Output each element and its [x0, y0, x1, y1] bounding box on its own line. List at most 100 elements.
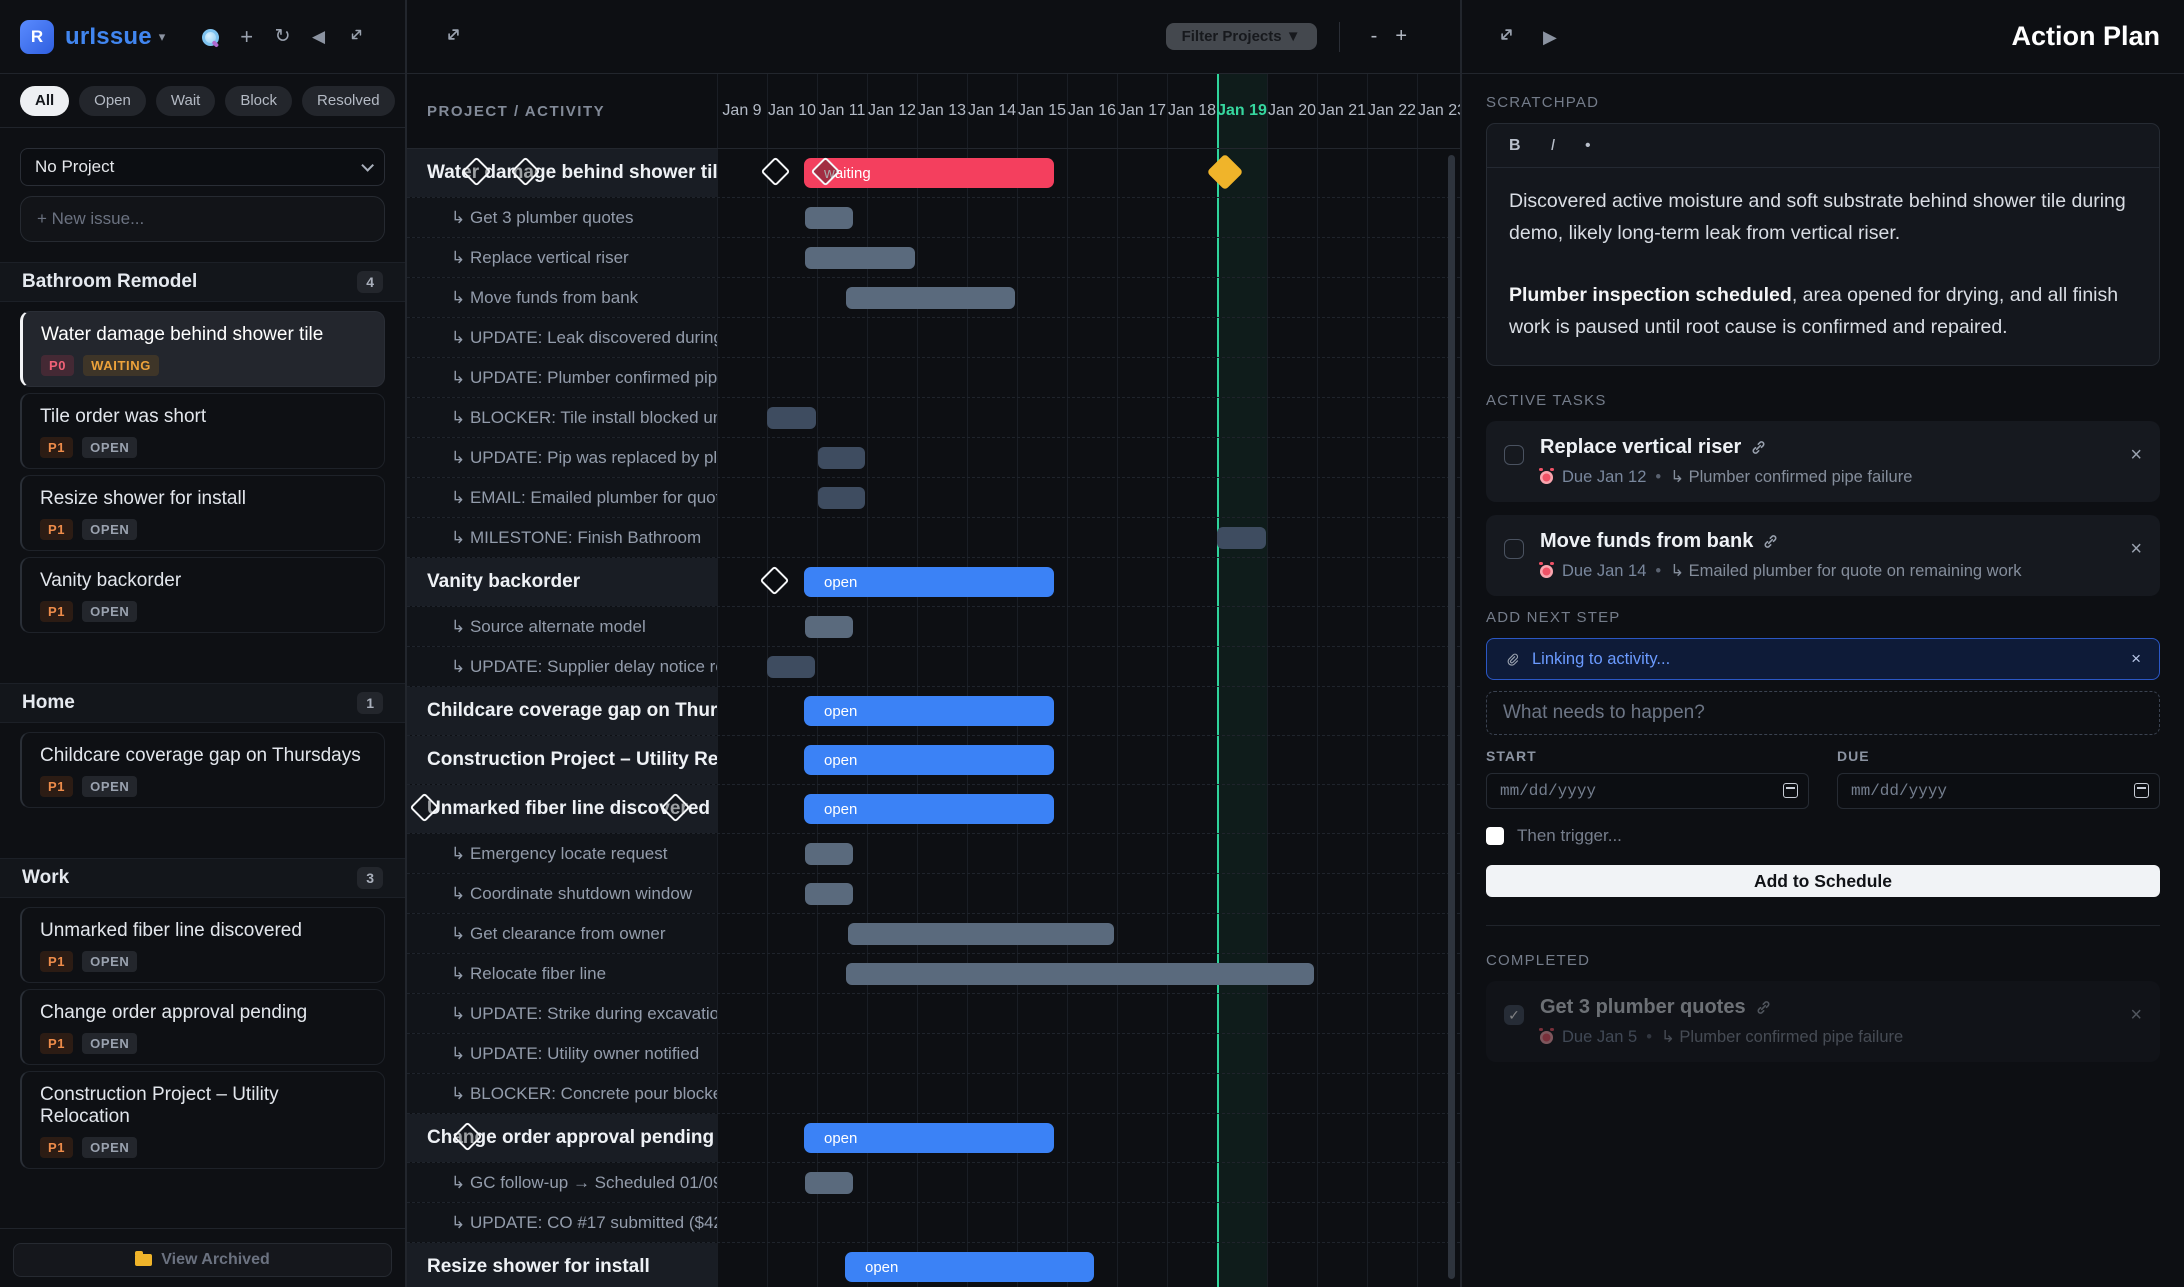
- gantt-row[interactable]: Childcare coverage gap on Thursdaysopen: [407, 687, 1460, 736]
- gantt-bar[interactable]: [818, 487, 865, 509]
- view-archived-button[interactable]: View Archived: [13, 1243, 392, 1277]
- gantt-row[interactable]: Change order approval pendingopen: [407, 1114, 1460, 1163]
- bold-button[interactable]: B: [1509, 137, 1521, 155]
- gantt-row[interactable]: ↳ MILESTONE: Finish Bathroom: [407, 518, 1460, 558]
- task-checkbox[interactable]: [1504, 539, 1524, 559]
- issue-card[interactable]: Vanity backorderP1OPEN: [20, 557, 385, 633]
- gantt-bar[interactable]: [767, 656, 815, 678]
- chevron-down-icon[interactable]: ▾: [159, 29, 166, 45]
- filter-pill-block[interactable]: Block: [225, 86, 292, 116]
- gantt-row[interactable]: ↳ EMAIL: Emailed plumber for quote o: [407, 478, 1460, 518]
- scratchpad-editor[interactable]: Discovered active moisture and soft subs…: [1487, 168, 2159, 365]
- gantt-row[interactable]: ↳ Source alternate model: [407, 607, 1460, 647]
- issue-card[interactable]: Water damage behind shower tileP0WAITING: [20, 311, 385, 387]
- gantt-bar[interactable]: [846, 287, 1015, 309]
- filter-pill-wait[interactable]: Wait: [156, 86, 215, 116]
- calendar-icon[interactable]: [1783, 783, 1798, 798]
- gantt-row[interactable]: ↳ Emergency locate request: [407, 834, 1460, 874]
- issue-card[interactable]: Unmarked fiber line discoveredP1OPEN: [20, 907, 385, 983]
- start-date-input[interactable]: [1486, 773, 1809, 809]
- issue-card[interactable]: Resize shower for installP1OPEN: [20, 475, 385, 551]
- gantt-row[interactable]: ↳ Replace vertical riser: [407, 238, 1460, 278]
- gantt-bar[interactable]: open: [804, 745, 1054, 775]
- project-select[interactable]: No Project: [20, 148, 385, 186]
- due-date-input[interactable]: [1837, 773, 2160, 809]
- task-checkbox-checked[interactable]: ✓: [1504, 1005, 1524, 1025]
- gantt-row[interactable]: ↳ UPDATE: Plumber confirmed pipe fa: [407, 358, 1460, 398]
- group-header-bathroom-remodel[interactable]: Bathroom Remodel4: [0, 262, 405, 302]
- calendar-icon[interactable]: [2134, 783, 2149, 798]
- issue-card[interactable]: Tile order was shortP1OPEN: [20, 393, 385, 469]
- gantt-bar[interactable]: [805, 843, 853, 865]
- gantt-row[interactable]: ↳ Relocate fiber line: [407, 954, 1460, 994]
- gantt-row[interactable]: ↳ Coordinate shutdown window: [407, 874, 1460, 914]
- gantt-row[interactable]: ↳ UPDATE: Utility owner notified: [407, 1034, 1460, 1074]
- gantt-row[interactable]: Construction Project – Utility Relocatio…: [407, 736, 1460, 785]
- gantt-row[interactable]: Resize shower for installopen: [407, 1243, 1460, 1287]
- gantt-bar[interactable]: [805, 247, 915, 269]
- gantt-bar[interactable]: [805, 883, 853, 905]
- gantt-bar[interactable]: open: [804, 1123, 1054, 1153]
- milestone-diamond[interactable]: [761, 157, 791, 187]
- gantt-row[interactable]: ↳ GC follow-up → Scheduled 01/09: [407, 1163, 1460, 1203]
- bullet-list-button[interactable]: •: [1585, 137, 1591, 155]
- gantt-row[interactable]: ↳ Get clearance from owner: [407, 914, 1460, 954]
- app-title[interactable]: urIssue: [65, 23, 152, 51]
- gantt-bar[interactable]: [767, 407, 816, 429]
- expand-icon[interactable]: [443, 24, 464, 49]
- gantt-row[interactable]: Water damage behind shower tilewaiting: [407, 149, 1460, 198]
- issue-card[interactable]: Change order approval pendingP1OPEN: [20, 989, 385, 1065]
- task-checkbox[interactable]: [1504, 445, 1524, 465]
- filter-pill-resolved[interactable]: Resolved: [302, 86, 395, 116]
- close-icon[interactable]: ×: [2131, 649, 2141, 669]
- vertical-scrollbar[interactable]: [1448, 155, 1455, 1279]
- group-header-home[interactable]: Home1: [0, 683, 405, 723]
- issue-card[interactable]: Construction Project – Utility Relocatio…: [20, 1071, 385, 1169]
- filter-pill-open[interactable]: Open: [79, 86, 146, 116]
- close-icon[interactable]: ×: [2130, 444, 2142, 467]
- gantt-bar[interactable]: [846, 963, 1314, 985]
- gantt-bar[interactable]: open: [804, 794, 1054, 824]
- trigger-checkbox[interactable]: [1486, 827, 1504, 845]
- filter-pill-all[interactable]: All: [20, 86, 69, 116]
- gantt-bar[interactable]: [805, 616, 853, 638]
- next-step-input[interactable]: [1486, 691, 2160, 735]
- play-icon[interactable]: ▶: [1543, 28, 1557, 46]
- gantt-row[interactable]: ↳ Move funds from bank: [407, 278, 1460, 318]
- gantt-row[interactable]: ↳ UPDATE: Leak discovered during de: [407, 318, 1460, 358]
- refresh-icon[interactable]: ↻: [275, 27, 291, 46]
- gantt-bar[interactable]: [848, 923, 1114, 945]
- gantt-bar[interactable]: [805, 1172, 853, 1194]
- expand-icon[interactable]: [1496, 24, 1517, 49]
- gantt-bar[interactable]: waiting: [804, 158, 1054, 188]
- gantt-row[interactable]: ↳ BLOCKER: Tile install blocked until p: [407, 398, 1460, 438]
- milestone-diamond[interactable]: [760, 566, 790, 596]
- gantt-row[interactable]: Vanity backorderopen: [407, 558, 1460, 607]
- close-icon[interactable]: ×: [2130, 538, 2142, 561]
- gantt-row[interactable]: ↳ UPDATE: Strike during excavation: [407, 994, 1460, 1034]
- gantt-bar[interactable]: [1217, 527, 1266, 549]
- new-issue-input[interactable]: [20, 196, 385, 242]
- gantt-row[interactable]: Unmarked fiber line discoveredopen: [407, 785, 1460, 834]
- gantt-row[interactable]: ↳ BLOCKER: Concrete pour blocked p: [407, 1074, 1460, 1114]
- app-logo[interactable]: R: [20, 20, 54, 54]
- back-icon[interactable]: ◀: [312, 28, 325, 45]
- filter-projects-button[interactable]: Filter Projects ▼: [1166, 23, 1317, 50]
- add-to-schedule-button[interactable]: Add to Schedule: [1486, 865, 2160, 897]
- gantt-row[interactable]: ↳ UPDATE: CO #17 submitted ($42,30: [407, 1203, 1460, 1243]
- gantt-row[interactable]: ↳ UPDATE: Supplier delay notice recei: [407, 647, 1460, 687]
- gantt-bar[interactable]: [818, 447, 865, 469]
- gantt-row[interactable]: ↳ UPDATE: Pip was replaced by plumb: [407, 438, 1460, 478]
- italic-button[interactable]: I: [1551, 137, 1555, 155]
- group-header-work[interactable]: Work3: [0, 858, 405, 898]
- gantt-row[interactable]: ↳ Get 3 plumber quotes: [407, 198, 1460, 238]
- close-icon[interactable]: ×: [2130, 1004, 2142, 1027]
- add-icon[interactable]: +: [240, 26, 253, 48]
- zoom-in-button[interactable]: +: [1386, 25, 1416, 48]
- gantt-bar[interactable]: open: [845, 1252, 1094, 1282]
- expand-icon[interactable]: [347, 25, 366, 48]
- gantt-bar[interactable]: [805, 207, 853, 229]
- milestone-diamond[interactable]: [1207, 154, 1244, 191]
- gantt-bar[interactable]: open: [804, 696, 1054, 726]
- gantt-bar[interactable]: open: [804, 567, 1054, 597]
